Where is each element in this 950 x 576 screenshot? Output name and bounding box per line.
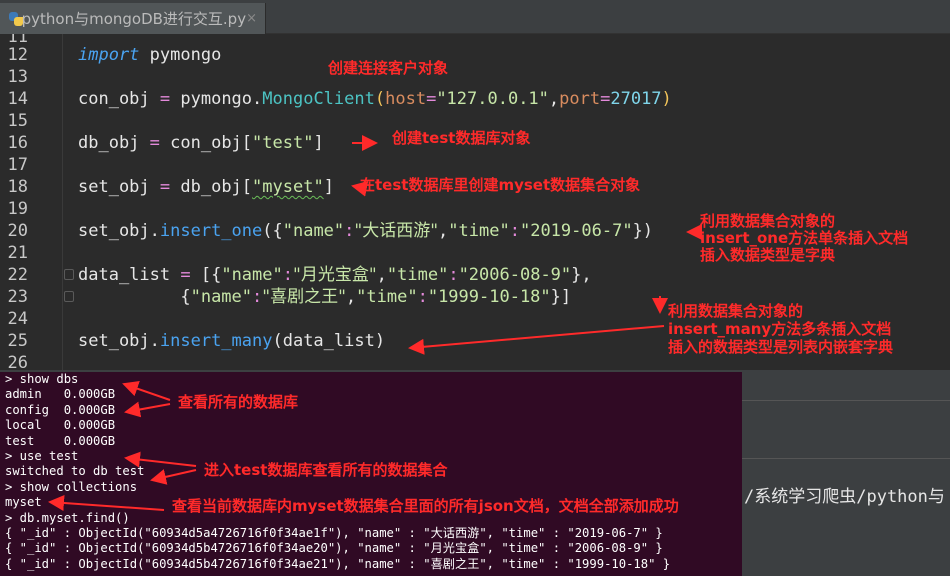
annotation-insert-one-1: 利用数据集合对象的 — [700, 212, 836, 230]
line-number: 13 — [7, 67, 28, 87]
terminal-line: local 0.000GB — [5, 418, 116, 433]
code-line: 23 {"name":"喜剧之王","time":"1999-10-18"}] — [0, 286, 950, 308]
code-line: 12 import pymongo — [0, 44, 950, 66]
line-number: 25 — [7, 331, 28, 351]
code-text: db_obj = con_obj["test"] — [78, 133, 324, 153]
line-number: 20 — [7, 221, 28, 241]
terminal-line: > show collections — [5, 479, 138, 494]
annotation-insert-many-3: 插入的数据类型是列表内嵌套字典 — [668, 338, 894, 356]
code-text: {"name":"喜剧之王","time":"1999-10-18"}] — [78, 287, 572, 307]
code-text: set_obj = db_obj["myset"] — [78, 177, 334, 197]
terminal-line: test 0.000GB — [5, 433, 116, 448]
code-text: set_obj.insert_many(data_list) — [78, 331, 386, 351]
terminal-line: myset — [5, 495, 42, 510]
terminal-line: switched to db test — [5, 464, 145, 479]
file-tab[interactable]: python与mongoDB进行交互.py × — [0, 3, 266, 34]
code-text: set_obj.insert_one({"name":"大话西游","time"… — [78, 221, 654, 241]
line-number: 16 — [7, 133, 28, 153]
terminal-doc-line: { "_id" : ObjectId("60934d5b4726716f0f34… — [5, 556, 671, 571]
line-number: 19 — [7, 199, 28, 219]
terminal-line: > show dbs — [5, 372, 79, 386]
line-number: 23 — [7, 287, 28, 307]
code-text: import pymongo — [78, 45, 222, 65]
line-number: 21 — [7, 243, 28, 263]
annotation-create-client: 创建连接客户对象 — [328, 59, 449, 77]
fold-marker-icon[interactable] — [64, 269, 74, 280]
line-number: 12 — [7, 45, 28, 65]
annotation-insert-one-2: insert_one方法单条插入文档 — [700, 229, 909, 247]
line-number: 15 — [7, 111, 28, 131]
terminal-line: > use test — [5, 449, 79, 463]
annotation-create-db: 创建test数据库对象 — [392, 129, 531, 147]
code-line: 17 — [0, 154, 950, 176]
annotation-create-collection: 在test数据库里创建myset数据集合对象 — [360, 176, 641, 194]
background-path-text: /系统学习爬虫/python与 — [744, 487, 945, 507]
terminal-doc-line: { "_id" : ObjectId("60934d5a4726716f0f34… — [5, 526, 663, 540]
line-number: 17 — [7, 155, 28, 175]
code-line: 14 con_obj = pymongo.MongoClient(host="1… — [0, 88, 950, 110]
terminal-line: admin 0.000GB — [5, 387, 116, 402]
file-tab-label: python与mongoDB进行交互.py — [21, 10, 247, 28]
annotation-show-dbs: 查看所有的数据库 — [178, 393, 299, 411]
python-file-icon — [8, 11, 23, 27]
code-line: 13 — [0, 66, 950, 88]
line-number: 14 — [7, 89, 28, 109]
terminal-line: > db.myset.find() — [5, 510, 130, 525]
line-number: 24 — [7, 309, 28, 329]
code-text: data_list = [{"name":"月光宝盒","time":"2006… — [78, 265, 592, 285]
code-text: con_obj = pymongo.MongoClient(host="127.… — [78, 89, 672, 109]
line-number: 18 — [7, 177, 28, 197]
line-number: 26 — [7, 353, 28, 370]
line-number: 22 — [7, 265, 28, 285]
editor-tab-bar: python与mongoDB进行交互.py × — [0, 0, 950, 34]
annotation-use-test: 进入test数据库查看所有的数据集合 — [204, 461, 448, 479]
terminal-doc-line: { "_id" : ObjectId("60934d5b4726716f0f34… — [5, 541, 663, 556]
annotation-insert-many-2: insert_many方法多条插入文档 — [668, 320, 892, 338]
code-line: 22 data_list = [{"name":"月光宝盒","time":"2… — [0, 264, 950, 286]
close-tab-icon[interactable]: × — [246, 11, 257, 26]
annotation-insert-many-1: 利用数据集合对象的 — [668, 302, 804, 320]
terminal-line: config 0.000GB — [5, 402, 116, 417]
fold-marker-icon[interactable] — [64, 291, 74, 302]
annotation-insert-one-3: 插入数据类型是字典 — [700, 246, 836, 264]
annotation-find-all: 查看当前数据库内myset数据集合里面的所有json文档，文档全部添加成功 — [172, 497, 679, 515]
